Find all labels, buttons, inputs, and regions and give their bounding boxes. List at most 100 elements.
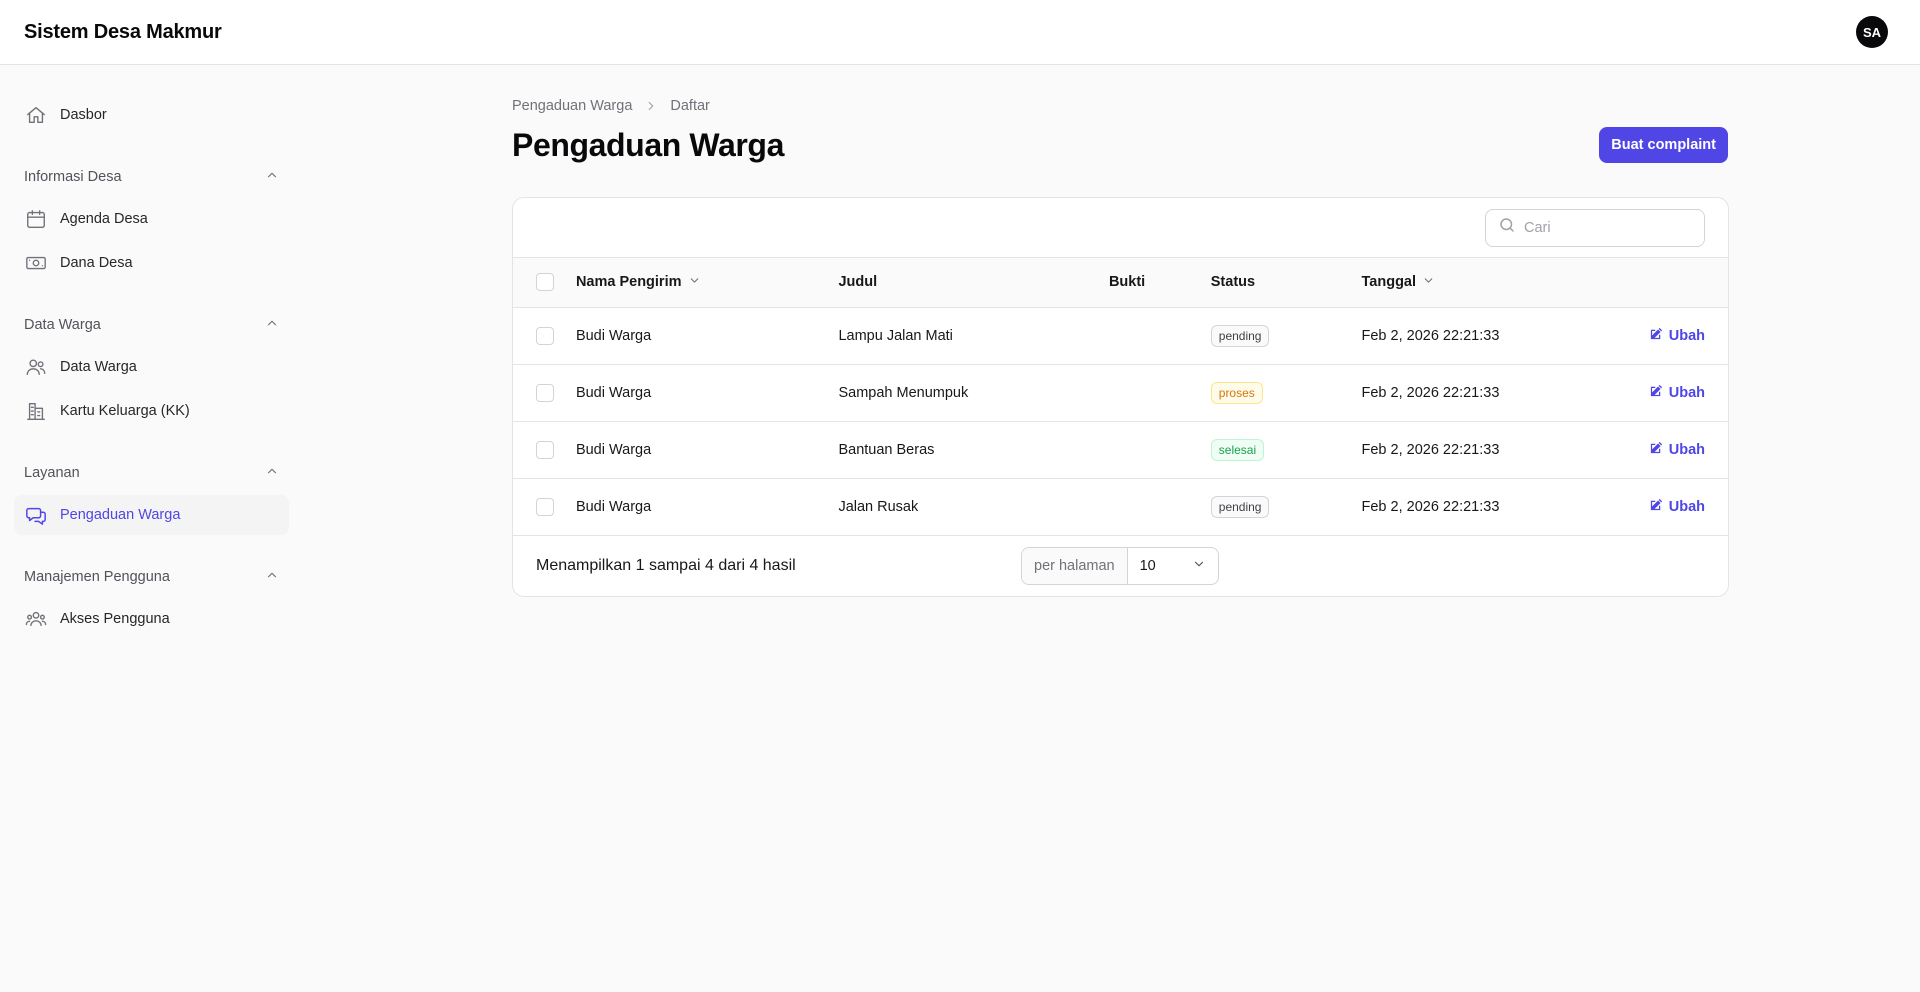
complaints-table: Nama Pengirim Judul Bukti Status Tanggal…: [513, 258, 1728, 536]
user-group-icon: [24, 607, 48, 631]
sidebar-group-label: Layanan: [24, 465, 80, 481]
pencil-square-icon: [1649, 497, 1669, 516]
sidebar-item-agenda-desa[interactable]: Agenda Desa: [14, 199, 289, 239]
table-row: Budi Warga Bantuan Beras selesai Feb 2, …: [513, 421, 1728, 478]
home-icon: [24, 103, 48, 127]
sidebar-item-label: Akses Pengguna: [60, 611, 170, 627]
row-checkbox[interactable]: [536, 440, 554, 459]
column-header-status: Status: [1210, 274, 1256, 291]
search-input[interactable]: [1524, 219, 1684, 236]
sidebar-item-label: Agenda Desa: [60, 211, 148, 227]
calendar-icon: [24, 207, 48, 231]
sidebar-item-label: Dasbor: [60, 107, 107, 123]
cell-title: Bantuan Beras: [838, 441, 935, 458]
users-icon: [24, 355, 48, 379]
table-row: Budi Warga Jalan Rusak pending Feb 2, 20…: [513, 478, 1728, 535]
chat-bubbles-icon: [24, 503, 48, 527]
sidebar-item-akses-pengguna[interactable]: Akses Pengguna: [14, 599, 289, 639]
chevron-down-icon: [1192, 557, 1206, 575]
user-avatar[interactable]: SA: [1856, 16, 1888, 48]
breadcrumb-current: Daftar: [670, 98, 710, 114]
select-all-checkbox[interactable]: [536, 273, 554, 292]
table-header-row: Nama Pengirim Judul Bukti Status Tanggal: [513, 258, 1728, 307]
row-checkbox[interactable]: [536, 383, 554, 402]
sidebar: Dasbor Informasi Desa Agenda Desa Dana D…: [14, 95, 289, 643]
cell-sender: Budi Warga: [575, 441, 652, 458]
cell-sender: Budi Warga: [575, 327, 652, 344]
column-header-sender[interactable]: Nama Pengirim: [576, 274, 701, 291]
edit-button[interactable]: Ubah: [1649, 326, 1705, 345]
chevron-down-icon: [1416, 274, 1435, 291]
pencil-square-icon: [1649, 383, 1669, 402]
building-icon: [24, 399, 48, 423]
per-page-label: per halaman: [1022, 547, 1128, 584]
pagination-summary: Menampilkan 1 sampai 4 dari 4 hasil: [536, 556, 796, 574]
search-icon: [1498, 216, 1516, 239]
chevron-down-icon: [682, 274, 701, 291]
top-bar: Sistem Desa Makmur SA: [0, 0, 1920, 65]
breadcrumb: Pengaduan Warga Daftar: [512, 95, 1728, 117]
sidebar-item-dana-desa[interactable]: Dana Desa: [14, 243, 289, 283]
table-row: Budi Warga Lampu Jalan Mati pending Feb …: [513, 307, 1728, 364]
breadcrumb-parent[interactable]: Pengaduan Warga: [512, 98, 632, 114]
row-checkbox[interactable]: [536, 497, 554, 516]
sidebar-item-data-warga[interactable]: Data Warga: [14, 347, 289, 387]
sidebar-group-label: Manajemen Pengguna: [24, 569, 170, 585]
app-title[interactable]: Sistem Desa Makmur: [24, 21, 222, 44]
status-badge: selesai: [1210, 438, 1265, 461]
title-row: Pengaduan Warga Buat complaint: [512, 125, 1728, 165]
chevron-up-icon: [265, 316, 279, 334]
cell-sender: Budi Warga: [575, 498, 652, 515]
column-header-title: Judul: [838, 274, 878, 291]
cell-proof: [1109, 307, 1211, 364]
status-badge: pending: [1210, 495, 1270, 518]
sidebar-group-data-warga[interactable]: Data Warga: [14, 307, 289, 343]
cell-title: Jalan Rusak: [838, 498, 919, 515]
sidebar-item-pengaduan-warga[interactable]: Pengaduan Warga: [14, 495, 289, 535]
edit-button[interactable]: Ubah: [1649, 383, 1705, 402]
pencil-square-icon: [1649, 440, 1669, 459]
create-complaint-button[interactable]: Buat complaint: [1599, 127, 1728, 163]
banknotes-icon: [24, 251, 48, 275]
edit-button[interactable]: Ubah: [1649, 497, 1705, 516]
pencil-square-icon: [1649, 326, 1669, 345]
search-box: [1485, 208, 1705, 247]
cell-title: Sampah Menumpuk: [838, 384, 969, 401]
sidebar-item-dasbor[interactable]: Dasbor: [14, 95, 289, 135]
sidebar-item-kartu-keluarga[interactable]: Kartu Keluarga (KK): [14, 391, 289, 431]
cell-sender: Budi Warga: [575, 384, 652, 401]
cell-title: Lampu Jalan Mati: [838, 327, 953, 344]
status-badge: pending: [1210, 324, 1270, 347]
chevron-up-icon: [265, 464, 279, 482]
cell-proof: [1109, 421, 1211, 478]
per-page-selector: per halaman 10: [1021, 546, 1219, 585]
table-footer: Menampilkan 1 sampai 4 dari 4 hasil per …: [513, 536, 1728, 596]
sidebar-item-label: Dana Desa: [60, 255, 133, 271]
page-title: Pengaduan Warga: [512, 126, 784, 163]
chevron-up-icon: [265, 168, 279, 186]
sidebar-item-label: Pengaduan Warga: [60, 507, 181, 523]
cell-date: Feb 2, 2026 22:21:33: [1361, 327, 1500, 344]
complaints-table-card: Nama Pengirim Judul Bukti Status Tanggal…: [512, 197, 1729, 597]
column-header-proof: Bukti: [1108, 274, 1146, 291]
per-page-select[interactable]: 10: [1128, 548, 1218, 584]
sidebar-group-label: Informasi Desa: [24, 169, 122, 185]
chevron-right-icon: [644, 99, 658, 113]
table-toolbar: [513, 198, 1728, 258]
row-checkbox[interactable]: [536, 326, 554, 345]
per-page-value: 10: [1139, 557, 1156, 574]
sidebar-group-informasi-desa[interactable]: Informasi Desa: [14, 159, 289, 195]
edit-button[interactable]: Ubah: [1649, 440, 1705, 459]
status-badge: proses: [1210, 381, 1263, 404]
chevron-up-icon: [265, 568, 279, 586]
column-header-date[interactable]: Tanggal: [1362, 274, 1436, 291]
main-content: Pengaduan Warga Daftar Pengaduan Warga B…: [512, 95, 1729, 597]
sidebar-group-manajemen-pengguna[interactable]: Manajemen Pengguna: [14, 559, 289, 595]
sidebar-item-label: Kartu Keluarga (KK): [60, 403, 190, 419]
cell-proof: [1109, 478, 1211, 535]
table-row: Budi Warga Sampah Menumpuk proses Feb 2,…: [513, 364, 1728, 421]
sidebar-group-layanan[interactable]: Layanan: [14, 455, 289, 491]
cell-date: Feb 2, 2026 22:21:33: [1361, 384, 1500, 401]
sidebar-group-label: Data Warga: [24, 317, 101, 333]
cell-date: Feb 2, 2026 22:21:33: [1361, 498, 1500, 515]
